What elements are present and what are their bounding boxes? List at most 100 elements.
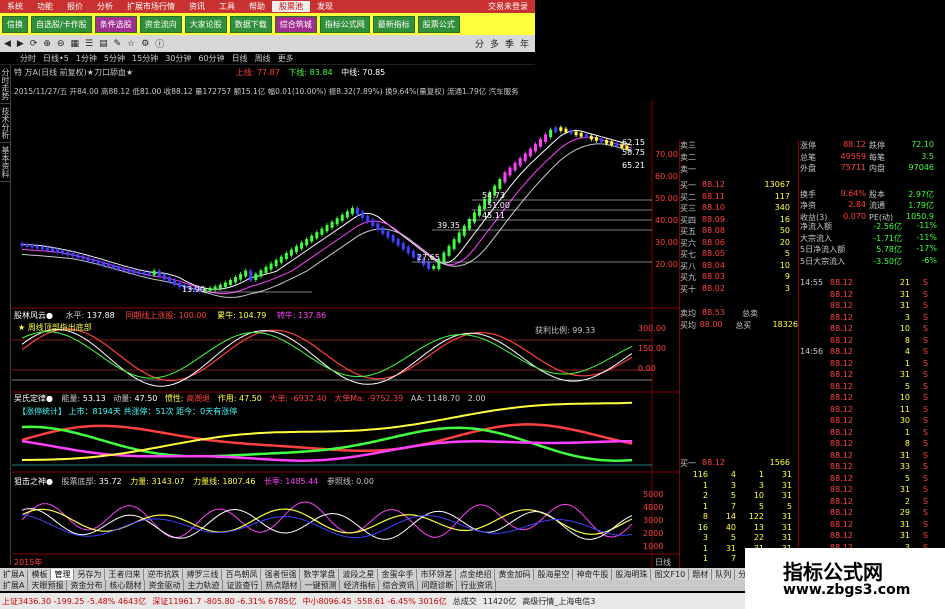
minor-cell: 1 <box>758 470 764 479</box>
ind3-line-blue <box>21 514 633 539</box>
indicator2-name[interactable]: 吴氏定律● <box>14 394 53 403</box>
period-tab-6[interactable]: 60分钟 <box>198 53 224 64</box>
menu-item-1[interactable]: 功能 <box>30 1 60 12</box>
ribbon-button-5[interactable]: 数据下载 <box>229 15 272 33</box>
ribbon-button-9[interactable]: 股票公式 <box>417 15 460 33</box>
menu-item-3[interactable]: 分析 <box>90 1 120 12</box>
period-tab-0[interactable]: 分时 <box>20 53 36 64</box>
menu-item-5[interactable]: 资讯 <box>182 1 212 12</box>
tick-volume: 31 <box>899 301 910 310</box>
ribbon-button-1[interactable]: 自选股/卡作股 <box>31 15 92 33</box>
bottom-subtab-9[interactable]: 经济指标 <box>340 580 380 591</box>
flow-pct: -11% <box>916 232 937 242</box>
stat-value: 75711 <box>840 163 866 172</box>
menu-item-0[interactable]: 系统 <box>0 1 30 12</box>
tick-row: 88.12 31 S <box>800 451 930 462</box>
menu-item-2[interactable]: 报价 <box>60 1 90 12</box>
grid-icon[interactable]: ▦ <box>70 39 79 49</box>
menu-item-7[interactable]: 帮助 <box>242 1 272 12</box>
info-icon[interactable]: ⓘ <box>155 37 164 50</box>
ribbon-button-7[interactable]: 指标公式网 <box>319 15 370 33</box>
bottom-subtab-5[interactable]: 主力轨迹 <box>184 580 224 591</box>
star-icon[interactable]: ☆ <box>127 39 135 49</box>
tick-time: 14:56 <box>800 347 824 356</box>
period-quick-1[interactable]: 多 <box>490 37 499 50</box>
bottom-subtab-2[interactable]: 资金分布 <box>67 580 107 591</box>
trade-status[interactable]: 交易未登录 <box>481 1 535 12</box>
bottom-subtab-3[interactable]: 核心题材 <box>106 580 146 591</box>
menu-item-8[interactable]: 股票池 <box>272 1 310 12</box>
bottom-tab-12[interactable]: 市环领差 <box>417 568 457 580</box>
ind3-value3: 1807.46 <box>222 477 256 486</box>
bottom-tab-13[interactable]: 点金绝招 <box>456 568 496 580</box>
orderbook-buy-row: 买五 88.08 50 <box>680 226 798 237</box>
bottom-subtab-7[interactable]: 热点题材 <box>262 580 302 591</box>
zoom-out-icon[interactable]: ⊖ <box>57 39 65 49</box>
bottom-tab-8[interactable]: 强者恒强 <box>261 568 301 580</box>
ind3-tick-1: 4000 <box>643 503 664 512</box>
back-icon[interactable]: ◀ <box>4 39 11 49</box>
bottom-tab-1[interactable]: 模板 <box>28 568 52 580</box>
ribbon-button-3[interactable]: 资金流向 <box>139 15 182 33</box>
bottom-tab-16[interactable]: 神奇牛股 <box>573 568 613 580</box>
period-tab-3[interactable]: 5分钟 <box>104 53 125 64</box>
tick-time <box>800 336 830 347</box>
indicator1-name[interactable]: 股林风云● <box>14 311 53 320</box>
menu-item-4[interactable]: 扩展市场行情 <box>120 1 182 12</box>
bottom-tab-0[interactable]: 扩展A <box>0 568 29 580</box>
bottom-tab-18[interactable]: 图文F10 <box>651 568 690 580</box>
bottom-tab-11[interactable]: 金蛋伞手 <box>378 568 418 580</box>
period-quick-select[interactable]: 分多季年 <box>475 37 535 50</box>
bottom-tab-19[interactable]: 题材 <box>689 568 713 580</box>
menu-item-6[interactable]: 工具 <box>212 1 242 12</box>
list-icon[interactable]: ☰ <box>85 39 93 49</box>
period-tab-7[interactable]: 日线 <box>232 53 248 64</box>
ribbon-button-4[interactable]: 大家论股 <box>184 15 227 33</box>
indicator3-name[interactable]: 狙击之神● <box>14 477 53 486</box>
ribbon-button-8[interactable]: 最新指标 <box>372 15 415 33</box>
bottom-tab-17[interactable]: 股海明珠 <box>612 568 652 580</box>
settings-icon[interactable]: ⚙ <box>141 39 149 49</box>
period-quick-3[interactable]: 年 <box>520 37 529 50</box>
bottom-subtab-8[interactable]: 一键预测 <box>301 580 341 591</box>
bottom-subtab-0[interactable]: 扩展A <box>0 580 29 591</box>
bottom-tab-15[interactable]: 殷海星空 <box>534 568 574 580</box>
refresh-icon[interactable]: ⟳ <box>30 39 38 49</box>
side-tab-0[interactable]: 分时走势 <box>0 65 11 104</box>
ribbon-button-6[interactable]: 综合筑城 <box>274 15 317 33</box>
side-tab-1[interactable]: 技术分析 <box>0 104 11 143</box>
bottom-tab-14[interactable]: 黄金加码 <box>495 568 535 580</box>
bottom-tab-2[interactable]: 管理 <box>51 568 75 580</box>
forward-icon[interactable]: ▶ <box>17 39 24 49</box>
period-tab-8[interactable]: 周线 <box>255 53 271 64</box>
bottom-subtab-6[interactable]: 证监查行 <box>223 580 263 591</box>
bottom-tab-10[interactable]: 波段之星 <box>339 568 379 580</box>
period-quick-2[interactable]: 季 <box>505 37 514 50</box>
period-tab-2[interactable]: 1分钟 <box>76 53 97 64</box>
period-quick-0[interactable]: 分 <box>475 37 484 50</box>
zoom-in-icon[interactable]: ⊕ <box>43 39 51 49</box>
bottom-tab-7[interactable]: 百鸟朝凤 <box>222 568 262 580</box>
bottom-subtab-10[interactable]: 综合资讯 <box>379 580 419 591</box>
bottom-subtab-4[interactable]: 资金驱动 <box>145 580 185 591</box>
bottom-tab-6[interactable]: 搏罗三线 <box>183 568 223 580</box>
bottom-tab-20[interactable]: 队列 <box>712 568 736 580</box>
bottom-subtab-1[interactable]: 天眼预报 <box>28 580 68 591</box>
bottom-tab-9[interactable]: 数字掌盘 <box>300 568 340 580</box>
bottom-subtab-11[interactable]: 问题诊断 <box>418 580 458 591</box>
pen-icon[interactable]: ✎ <box>114 39 122 49</box>
bottom-tab-5[interactable]: 逆市抗跌 <box>144 568 184 580</box>
side-tab-2[interactable]: 基本资料 <box>0 143 11 182</box>
bottom-tab-4[interactable]: 王者归来 <box>105 568 145 580</box>
period-tab-1[interactable]: 日线•5 <box>43 53 69 64</box>
chart-icon[interactable]: ▤ <box>99 39 108 49</box>
menu-item-9[interactable]: 发现 <box>310 1 340 12</box>
ribbon-button-2[interactable]: 条件选股 <box>94 15 137 33</box>
period-tab-4[interactable]: 15分钟 <box>132 53 158 64</box>
status-item-1: 深证11961.7 -805.80 -6.31% 6785亿 <box>152 596 297 606</box>
ribbon-button-0[interactable]: 信换 <box>2 15 28 33</box>
period-tab-9[interactable]: 更多 <box>278 53 294 64</box>
bottom-subtab-12[interactable]: 行业资讯 <box>457 580 497 591</box>
bottom-tab-3[interactable]: 另存为 <box>74 568 106 580</box>
period-tab-5[interactable]: 30分钟 <box>165 53 191 64</box>
